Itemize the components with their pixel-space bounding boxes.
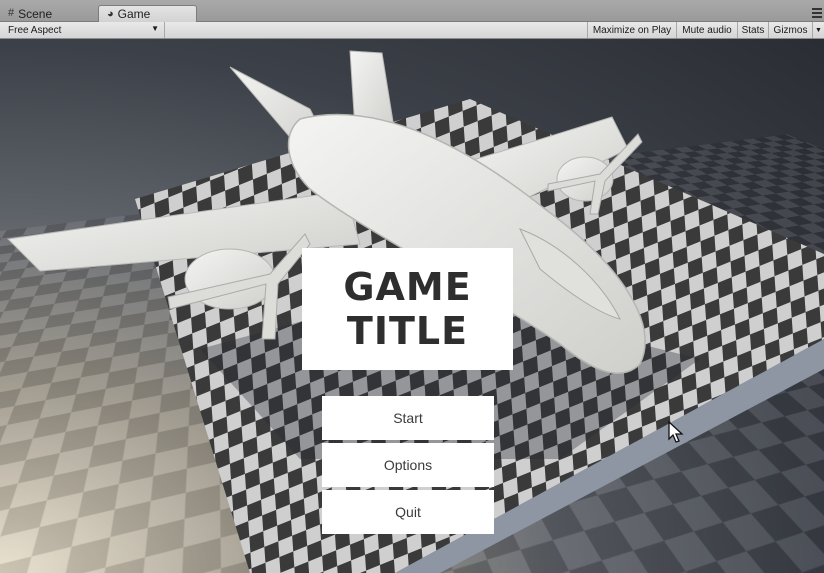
maximize-on-play-toggle[interactable]: Maximize on Play xyxy=(587,22,676,38)
aspect-label: Free Aspect xyxy=(8,24,62,36)
mouse-cursor-icon xyxy=(668,420,684,443)
start-button[interactable]: Start xyxy=(322,396,494,440)
tab-game[interactable]: ◕ Game xyxy=(98,5,197,22)
game-title-panel: GAME TITLE xyxy=(302,248,513,370)
editor-tab-bar: # Scene ◕ Game xyxy=(0,0,824,22)
aspect-dropdown[interactable]: Free Aspect ▼ xyxy=(0,22,165,38)
game-viewport[interactable]: GAME TITLE Start Options Quit xyxy=(0,39,824,573)
tab-game-label: Game xyxy=(117,7,151,21)
tab-scene[interactable]: # Scene xyxy=(0,5,96,22)
gizmos-toggle[interactable]: Gizmos xyxy=(768,22,812,38)
chevron-down-icon: ▼ xyxy=(151,24,159,33)
unity-editor-game-view: # Scene ◕ Game Free Aspect ▼ Maximize on… xyxy=(0,0,824,573)
quit-button[interactable]: Quit xyxy=(322,490,494,534)
stats-toggle[interactable]: Stats xyxy=(737,22,768,38)
grid-icon: # xyxy=(8,7,15,19)
game-title-line-1: GAME xyxy=(343,265,472,309)
options-button[interactable]: Options xyxy=(322,443,494,487)
game-toolbar: Free Aspect ▼ Maximize on Play Mute audi… xyxy=(0,22,824,39)
gizmos-dropdown-icon[interactable]: ▼ xyxy=(812,22,824,38)
tab-menu-icon[interactable] xyxy=(812,8,822,18)
tab-scene-label: Scene xyxy=(18,6,53,21)
mute-audio-toggle[interactable]: Mute audio xyxy=(676,22,737,38)
pacman-icon: ◕ xyxy=(107,7,114,20)
game-title-line-2: TITLE xyxy=(346,309,469,353)
